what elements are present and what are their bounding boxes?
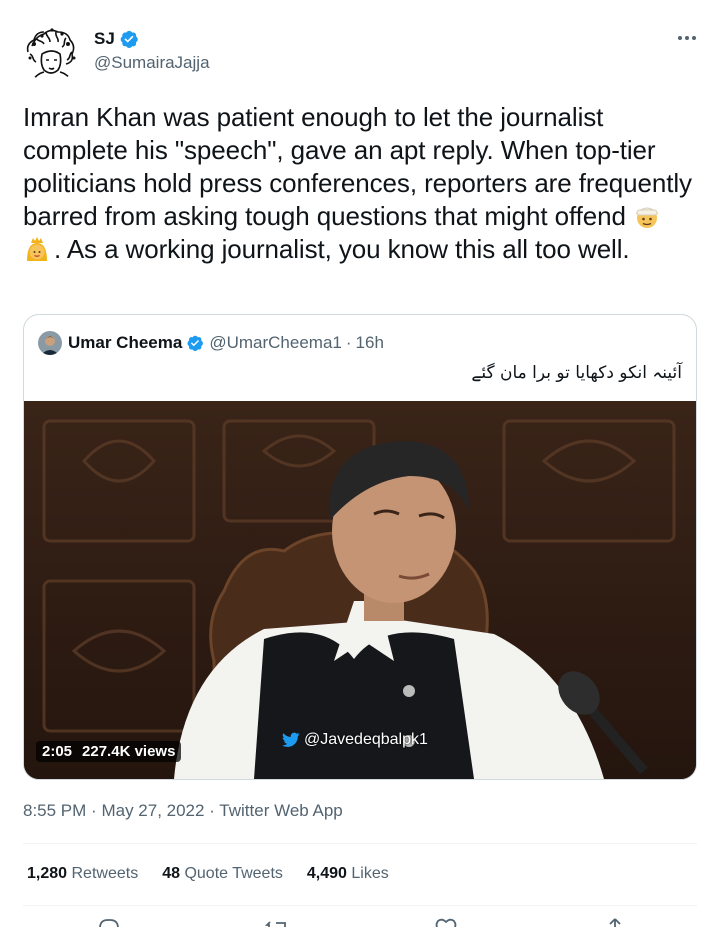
quote-tweets-stat[interactable]: 48 Quote Tweets <box>162 865 283 883</box>
divider <box>23 843 697 844</box>
video-watermark: @Javedeqbalpk1 <box>282 731 428 749</box>
video-frame-image <box>24 401 696 779</box>
divider <box>23 905 697 906</box>
verified-badge-icon <box>120 30 138 48</box>
likes-label: Likes <box>351 865 389 882</box>
tweet-stats: 1,280 Retweets 48 Quote Tweets 4,490 Lik… <box>27 865 389 883</box>
like-icon[interactable] <box>434 916 458 927</box>
reply-icon[interactable] <box>96 916 120 927</box>
likes-stat[interactable]: 4,490 Likes <box>307 865 389 883</box>
tweet-text-part2: . As a working journalist, you know this… <box>54 234 630 264</box>
verified-badge-icon <box>187 335 204 352</box>
share-icon[interactable] <box>603 916 627 927</box>
retweet-icon[interactable] <box>265 916 289 927</box>
author-avatar[interactable] <box>22 24 80 82</box>
video-watermark-text: @Javedeqbalpk1 <box>304 731 428 748</box>
quote-timestamp: 16h <box>355 333 384 352</box>
quote-author-name: Umar Cheema <box>68 333 183 352</box>
author-handle[interactable]: @SumairaJajja <box>94 53 210 73</box>
more-options-icon[interactable] <box>672 26 702 50</box>
video-duration: 2:05 <box>42 743 73 760</box>
video-duration-badge: 2:05 227.4K views <box>36 741 182 762</box>
tweet-text: Imran Khan was patient enough to let the… <box>23 101 693 266</box>
author-display-name[interactable]: SJ <box>94 29 115 49</box>
quote-video[interactable]: @Javedeqbalpk1 2:05 227.4K views <box>24 401 696 779</box>
quote-author-handle: @UmarCheema1 <box>209 333 342 352</box>
likes-count: 4,490 <box>306 865 347 882</box>
woman-with-crown-emoji <box>27 237 47 261</box>
action-bar <box>0 916 720 927</box>
retweets-label: Retweets <box>71 865 139 882</box>
retweets-count: 1,280 <box>27 865 68 882</box>
quote-tweets-count: 48 <box>162 865 180 882</box>
quote-header: Umar Cheema @UmarCheema1 · 16h <box>38 331 384 355</box>
tweet-time[interactable]: 8:55 PM <box>23 801 86 820</box>
video-views: 227.4K views <box>82 743 176 760</box>
tweet-source[interactable]: Twitter Web App <box>219 801 342 820</box>
retweets-stat[interactable]: 1,280 Retweets <box>27 865 138 883</box>
author-name-row[interactable]: SJ <box>94 29 139 49</box>
quote-text: آئینہ انکو دکھایا تو برا مان گئے <box>471 363 682 383</box>
tweet-meta: 8:55 PM · May 27, 2022 · Twitter Web App <box>23 801 343 821</box>
quote-separator: · <box>345 333 352 352</box>
meta-separator: · <box>91 801 97 820</box>
tweet-date[interactable]: May 27, 2022 <box>101 801 204 820</box>
bird-icon <box>282 732 300 747</box>
tweet-detail: SJ @SumairaJajja Imran Khan was patient … <box>0 0 720 927</box>
man-with-turban-emoji <box>635 207 659 228</box>
tweet-text-part1: Imran Khan was patient enough to let the… <box>23 102 692 231</box>
meta-separator: · <box>209 801 215 820</box>
quote-tweets-label: Quote Tweets <box>184 865 283 882</box>
quote-author-avatar <box>38 331 62 355</box>
quote-tweet-card[interactable]: Umar Cheema @UmarCheema1 · 16h آئینہ انک… <box>23 314 697 780</box>
